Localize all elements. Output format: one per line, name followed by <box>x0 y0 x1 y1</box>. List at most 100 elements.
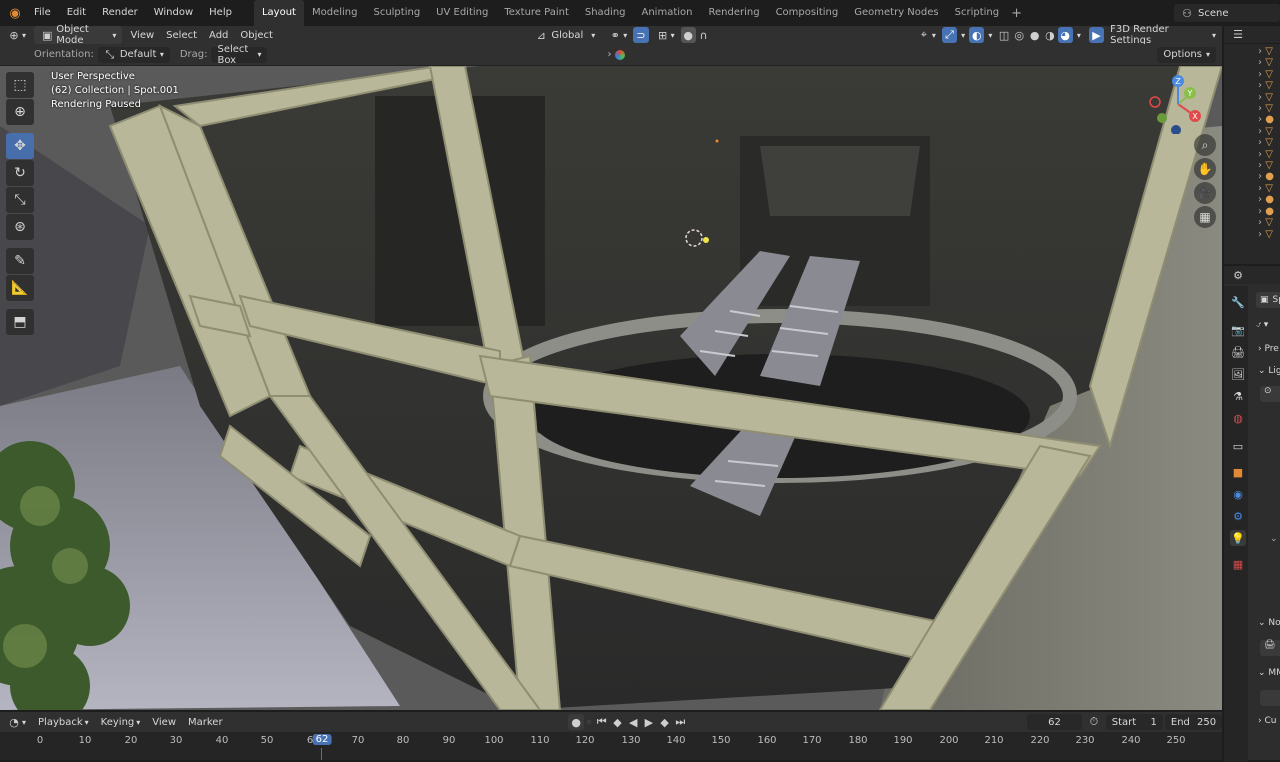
mode-selector[interactable]: ▣ Object Mode ▾ <box>34 24 123 46</box>
navigation-gizmo[interactable]: X Y Z <box>1148 74 1208 135</box>
rendered-shading-icon[interactable]: ◕ <box>1057 27 1073 43</box>
annotate-tool-icon[interactable]: ✎ <box>6 248 34 274</box>
timeline-editor-button[interactable]: ◔ ▾ <box>0 713 32 731</box>
move-tool-icon[interactable]: ✥ <box>6 133 34 159</box>
start-frame-field[interactable]: Start 1 <box>1105 714 1163 730</box>
visibility-dropdown[interactable]: ⌖ ▾ <box>910 26 942 44</box>
pivot-point-button[interactable]: ⚭ ▾ <box>601 26 633 44</box>
menu-marker[interactable]: Marker <box>182 713 229 731</box>
snap-toggle-icon[interactable]: ⊃ <box>633 27 649 43</box>
outliner-row-icon[interactable]: › ● <box>1258 114 1280 125</box>
scene-selector[interactable]: ⚇ Scene <box>1174 4 1280 22</box>
mm-field[interactable] <box>1260 690 1280 706</box>
section-light[interactable]: ⌄ Lig <box>1258 366 1280 376</box>
outliner-row-icon[interactable]: › ▽ <box>1258 229 1280 240</box>
menu-keying[interactable]: Keying ▾ <box>95 713 147 731</box>
render-tab-icon[interactable]: 📷 <box>1230 322 1246 338</box>
blender-logo-icon[interactable]: ◉ <box>4 4 26 22</box>
current-frame-field[interactable]: 62 <box>1027 714 1082 730</box>
outliner-row-icon[interactable]: › ▽ <box>1258 183 1280 194</box>
measure-tool-icon[interactable]: 📐 <box>6 275 34 301</box>
next-keyframe-icon[interactable]: ◆ <box>657 714 673 730</box>
outliner-row-icon[interactable]: › ● <box>1258 206 1280 217</box>
world-tab-icon[interactable]: ◍ <box>1230 410 1246 426</box>
texture-tab-icon[interactable]: ▦ <box>1230 556 1246 572</box>
tab-rendering[interactable]: Rendering <box>700 0 767 26</box>
play-icon[interactable]: ▶ <box>641 714 657 730</box>
outliner-row-icon[interactable]: › ▽ <box>1258 160 1280 171</box>
section-nodes[interactable]: ⌄ No <box>1258 618 1280 628</box>
light-type-button[interactable]: ⊙ <box>1260 386 1280 402</box>
outliner-row-icon[interactable]: › ▽ <box>1258 103 1280 114</box>
outliner-row-icon[interactable]: › ▽ <box>1258 149 1280 160</box>
transform-orientation-dropdown[interactable]: ⊿ Global ▾ <box>527 26 601 44</box>
orientation-dropdown[interactable]: ⤡ Default ▾ <box>97 46 170 63</box>
camera-view-icon[interactable]: 🎥 <box>1194 182 1216 204</box>
menu-add[interactable]: Add <box>203 26 234 44</box>
auto-keying-icon[interactable]: ● <box>568 714 585 730</box>
menu-window[interactable]: Window <box>146 0 201 26</box>
zoom-icon[interactable]: ⌕ <box>1194 134 1216 156</box>
xray-toggle-icon[interactable]: ◫ <box>996 27 1011 43</box>
prev-keyframe-icon[interactable]: ◆ <box>610 714 626 730</box>
gizmo-toggle-icon[interactable]: ⤢ <box>941 27 958 43</box>
timeline-ruler[interactable]: 0 10 20 30 40 50 6 62 70 80 90 100 110 1… <box>0 732 1222 760</box>
proportional-edit-icon[interactable]: ● <box>680 27 696 43</box>
menu-view[interactable]: View <box>124 26 160 44</box>
stopwatch-icon[interactable]: ⏱ <box>1086 714 1102 730</box>
tab-shading[interactable]: Shading <box>577 0 634 26</box>
tab-modeling[interactable]: Modeling <box>304 0 366 26</box>
outliner-row-icon[interactable]: › ▽ <box>1258 80 1280 91</box>
physics-tab-icon[interactable]: ◉ <box>1230 486 1246 502</box>
object-tab-icon[interactable]: ■ <box>1230 464 1246 480</box>
constraints-tab-icon[interactable]: ⚙ <box>1230 508 1246 524</box>
view-layer-tab-icon[interactable]: 🖼 <box>1230 366 1246 382</box>
tool-tab-icon[interactable]: 🔧 <box>1230 294 1246 310</box>
menu-select[interactable]: Select <box>160 26 203 44</box>
nodes-button[interactable]: 🖨 <box>1260 640 1280 656</box>
light-data-tab-icon[interactable]: 💡 <box>1230 530 1246 546</box>
outliner-row-icon[interactable]: › ▽ <box>1258 217 1280 228</box>
scale-tool-icon[interactable]: ⤡ <box>6 187 34 213</box>
menu-edit[interactable]: Edit <box>59 0 94 26</box>
outliner-row-icon[interactable]: › ▽ <box>1258 137 1280 148</box>
pan-hand-icon[interactable]: ✋ <box>1194 158 1216 180</box>
outliner-panel[interactable]: ☰ › ▽ › ▽ › ▽ › ▽ › ▽ › ▽ › ● › ▽ › ▽ › … <box>1222 26 1280 264</box>
keying-set-icon[interactable]: ◦ <box>584 714 594 730</box>
menu-help[interactable]: Help <box>201 0 240 26</box>
collapse-arrow-icon[interactable]: › <box>607 49 611 60</box>
collapse-chevron-icon[interactable]: ⌄ <box>1270 534 1278 544</box>
render-settings-dropdown[interactable]: F3D Render Settings ▾ <box>1104 24 1222 46</box>
properties-panel[interactable]: ⚙ 🔧 📷 🖨 🖼 ⚗ ◍ ▭ ■ ◉ ⚙ 💡 ▦ ▣ Sp ⍻ ▾ › Pre… <box>1222 264 1280 762</box>
play-reverse-icon[interactable]: ◀ <box>625 714 641 730</box>
section-mm[interactable]: ⌄ MM <box>1258 668 1280 678</box>
options-dropdown[interactable]: Options ▾ <box>1157 46 1216 63</box>
editor-type-button[interactable]: ⊕ ▾ <box>0 26 32 44</box>
tab-animation[interactable]: Animation <box>634 0 701 26</box>
scene-tab-icon[interactable]: ⚗ <box>1230 388 1246 404</box>
outliner-row-icon[interactable]: › ▽ <box>1258 46 1280 57</box>
menu-playback[interactable]: Playback ▾ <box>32 713 95 731</box>
menu-render[interactable]: Render <box>94 0 146 26</box>
outliner-row-icon[interactable]: › ▽ <box>1258 92 1280 103</box>
properties-editor-icon[interactable]: ⚙ <box>1230 267 1246 283</box>
outliner-row-icon[interactable]: › ▽ <box>1258 69 1280 80</box>
jump-start-icon[interactable]: ⏮ <box>594 714 610 730</box>
section-preview[interactable]: › Pre <box>1258 344 1280 354</box>
outliner-row-icon[interactable]: › ● <box>1258 171 1280 182</box>
select-box-tool-icon[interactable]: ⬚ <box>6 72 34 98</box>
tab-uv-editing[interactable]: UV Editing <box>428 0 496 26</box>
menu-timeline-view[interactable]: View <box>146 713 182 731</box>
drag-dropdown[interactable]: Select Box ▾ <box>211 44 268 66</box>
snap-target-button[interactable]: ⊞ ▾ <box>649 26 681 44</box>
light-type-dropdown[interactable]: ⍻ ▾ <box>1256 320 1268 330</box>
3d-viewport[interactable]: User Perspective (62) Collection | Spot.… <box>0 66 1222 710</box>
output-tab-icon[interactable]: 🖨 <box>1230 344 1246 360</box>
tab-geometry-nodes[interactable]: Geometry Nodes <box>846 0 946 26</box>
section-custom[interactable]: › Cu <box>1258 716 1280 726</box>
material-shading-icon[interactable]: ◑ <box>1042 27 1057 43</box>
tab-compositing[interactable]: Compositing <box>768 0 847 26</box>
tab-texture-paint[interactable]: Texture Paint <box>496 0 577 26</box>
tab-sculpting[interactable]: Sculpting <box>365 0 428 26</box>
rotate-tool-icon[interactable]: ↻ <box>6 160 34 186</box>
